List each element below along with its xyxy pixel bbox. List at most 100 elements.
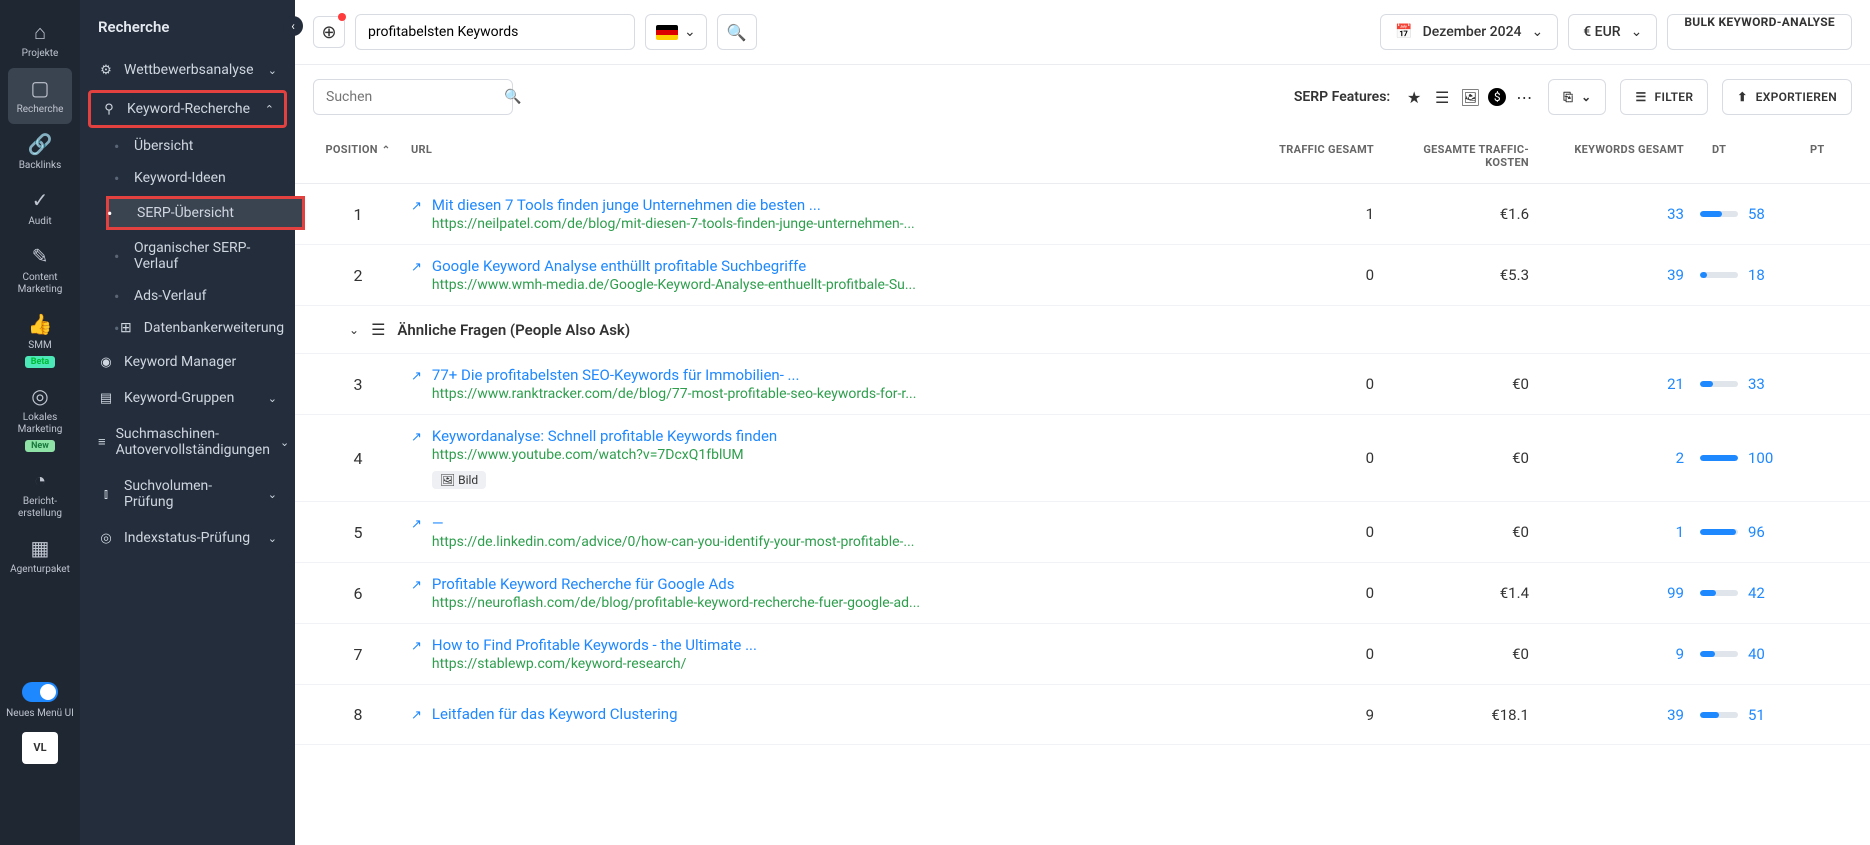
- bulk-analysis-button[interactable]: BULK KEYWORD-ANALYSE: [1667, 14, 1852, 50]
- table-row: 7 ↗ How to Find Profitable Keywords - th…: [295, 624, 1870, 685]
- result-title-link[interactable]: —: [432, 514, 915, 532]
- result-url[interactable]: https://de.linkedin.com/advice/0/how-can…: [432, 534, 915, 550]
- external-link-icon[interactable]: ↗: [411, 639, 422, 672]
- th-url[interactable]: URL: [403, 129, 1227, 183]
- search-button[interactable]: 🔍: [717, 14, 757, 50]
- keywords-link[interactable]: 9: [1676, 645, 1684, 663]
- rail-item-backlinks[interactable]: 🔗Backlinks: [8, 124, 72, 180]
- chevron-down-icon: ⌄: [1581, 90, 1591, 104]
- keywords-link[interactable]: 39: [1667, 266, 1684, 284]
- nav-section[interactable]: ▤Keyword-Gruppen⌄: [80, 380, 295, 416]
- th-keywords[interactable]: KEYWORDS GESAMT: [1537, 129, 1692, 183]
- dt-value-link[interactable]: 58: [1748, 205, 1765, 223]
- rail-item-projekte[interactable]: ⌂Projekte: [8, 12, 72, 68]
- nav-section[interactable]: ⚲Keyword-Recherche⌃: [88, 90, 287, 128]
- chevron-icon: ⌄: [280, 436, 289, 449]
- export-button[interactable]: ⬆EXPORTIEREN: [1722, 79, 1852, 115]
- result-title-link[interactable]: Leitfaden für das Keyword Clustering: [432, 705, 678, 723]
- keywords-link[interactable]: 99: [1667, 584, 1684, 602]
- rail-item-smm[interactable]: 👍SMMBeta: [8, 304, 72, 376]
- external-link-icon[interactable]: ↗: [411, 369, 422, 402]
- nav-section[interactable]: ◎Indexstatus-Prüfung⌄: [80, 520, 295, 556]
- result-title-link[interactable]: Profitable Keyword Recherche für Google …: [432, 575, 920, 593]
- nav-section[interactable]: ◉Keyword Manager: [80, 344, 295, 380]
- sidebar-subitem[interactable]: SERP-Übersicht: [106, 196, 305, 230]
- date-selector[interactable]: 📅Dezember 2024⌄: [1380, 14, 1558, 50]
- rail-item-audit[interactable]: ✓Audit: [8, 180, 72, 236]
- th-pt[interactable]: PT: [1802, 129, 1852, 183]
- dt-value-link[interactable]: 18: [1748, 266, 1765, 284]
- keyword-input[interactable]: [355, 14, 635, 50]
- result-url[interactable]: https://www.youtube.com/watch?v=7DcxQ1fb…: [432, 447, 777, 463]
- result-title-link[interactable]: Google Keyword Analyse enthüllt profitab…: [432, 257, 916, 275]
- image-icon[interactable]: 🖼: [1460, 87, 1480, 107]
- keywords-link[interactable]: 1: [1676, 523, 1684, 541]
- sidebar-subitem[interactable]: Organischer SERP-Verlauf: [116, 232, 295, 280]
- keywords-link[interactable]: 39: [1667, 706, 1684, 724]
- country-selector[interactable]: ⌄: [645, 14, 707, 50]
- rail-item-content-marketing[interactable]: ✎Content Marketing: [8, 236, 72, 304]
- result-url[interactable]: https://stablewp.com/keyword-research/: [432, 656, 757, 672]
- sidebar-collapse-button[interactable]: ‹: [283, 16, 303, 36]
- currency-selector[interactable]: € EUR⌄: [1568, 14, 1657, 50]
- external-link-icon[interactable]: ↗: [411, 260, 422, 293]
- topbar: ⊕ ⌄ 🔍 📅Dezember 2024⌄ € EUR⌄ BULK KEYWOR…: [295, 0, 1870, 65]
- result-url[interactable]: https://neilpatel.com/de/blog/mit-diesen…: [432, 216, 915, 232]
- paa-row[interactable]: ⌄☰Ähnliche Fragen (People Also Ask): [295, 306, 1870, 354]
- filter-button[interactable]: ☰FILTER: [1620, 79, 1708, 115]
- dollar-icon[interactable]: $: [1488, 88, 1506, 106]
- nav-section[interactable]: ⫾Suchvolumen-Prüfung⌄: [80, 468, 295, 520]
- th-traffic[interactable]: TRAFFIC GESAMT: [1227, 129, 1382, 183]
- image-tag: 🖼 Bild: [432, 471, 486, 489]
- avatar[interactable]: VL: [22, 732, 58, 764]
- table-search-input[interactable]: [326, 89, 504, 105]
- agenturpaket-icon: ▦: [31, 536, 50, 560]
- dt-value-link[interactable]: 33: [1748, 375, 1765, 393]
- dt-value-link[interactable]: 40: [1748, 645, 1765, 663]
- more-icon[interactable]: ⋯: [1514, 87, 1534, 107]
- sidebar-subitem[interactable]: ⊞Datenbankerweiterung: [116, 312, 295, 344]
- external-link-icon[interactable]: ↗: [411, 517, 422, 550]
- result-title-link[interactable]: Keywordanalyse: Schnell profitable Keywo…: [432, 427, 777, 445]
- external-link-icon[interactable]: ↗: [411, 708, 422, 725]
- copy-button[interactable]: ⎘⌄: [1548, 79, 1606, 115]
- keywords-link[interactable]: 2: [1676, 449, 1684, 467]
- nav-section[interactable]: ⚙Wettbewerbsanalyse⌄: [80, 52, 295, 88]
- keywords-link[interactable]: 21: [1667, 375, 1684, 393]
- rail-item-agenturpaket[interactable]: ▦Agenturpaket: [8, 528, 72, 584]
- sidebar-subitem[interactable]: Keyword-Ideen: [116, 162, 295, 194]
- dt-value-link[interactable]: 100: [1748, 449, 1773, 467]
- external-link-icon[interactable]: ↗: [411, 199, 422, 232]
- sidebar-subitem[interactable]: Übersicht: [116, 130, 295, 162]
- dt-bar: [1700, 590, 1738, 596]
- result-url[interactable]: https://www.ranktracker.com/de/blog/77-m…: [432, 386, 917, 402]
- dt-value-link[interactable]: 96: [1748, 523, 1765, 541]
- chevron-down-icon: ⌄: [684, 24, 696, 40]
- keywords-link[interactable]: 33: [1667, 205, 1684, 223]
- external-link-icon[interactable]: ↗: [411, 578, 422, 611]
- nav-section[interactable]: ≡Suchmaschinen-Autovervollständigungen⌄: [80, 416, 295, 468]
- th-dt[interactable]: DT: [1692, 129, 1802, 183]
- external-link-icon[interactable]: ↗: [411, 430, 422, 489]
- th-position[interactable]: POSITION⌃: [313, 129, 403, 183]
- result-url[interactable]: https://www.wmh-media.de/Google-Keyword-…: [432, 277, 916, 293]
- dt-value-link[interactable]: 51: [1748, 706, 1765, 724]
- menu-toggle[interactable]: [22, 682, 58, 702]
- sidebar-title: Recherche: [80, 18, 295, 52]
- cell-dt: 100: [1692, 437, 1802, 479]
- rail-item-recherche[interactable]: ▢Recherche: [8, 68, 72, 124]
- list-icon[interactable]: ☰: [1432, 87, 1452, 107]
- result-title-link[interactable]: Mit diesen 7 Tools finden junge Unterneh…: [432, 196, 915, 214]
- sidebar-subitem[interactable]: Ads-Verlauf: [116, 280, 295, 312]
- result-title-link[interactable]: 77+ Die profitabelsten SEO-Keywords für …: [432, 366, 917, 384]
- projekte-icon: ⌂: [34, 20, 46, 44]
- star-icon[interactable]: ★: [1404, 87, 1424, 107]
- add-button[interactable]: ⊕: [313, 16, 345, 48]
- table-row: 1 ↗ Mit diesen 7 Tools finden junge Unte…: [295, 184, 1870, 245]
- dt-value-link[interactable]: 42: [1748, 584, 1765, 602]
- rail-item-bericht--erstellung[interactable]: ◔Bericht- erstellung: [8, 460, 72, 528]
- th-cost[interactable]: GESAMTE TRAFFIC-KOSTEN: [1382, 129, 1537, 183]
- result-title-link[interactable]: How to Find Profitable Keywords - the Ul…: [432, 636, 757, 654]
- result-url[interactable]: https://neuroflash.com/de/blog/profitabl…: [432, 595, 920, 611]
- rail-item-lokales-marketing[interactable]: ◎Lokales MarketingNew: [8, 376, 72, 460]
